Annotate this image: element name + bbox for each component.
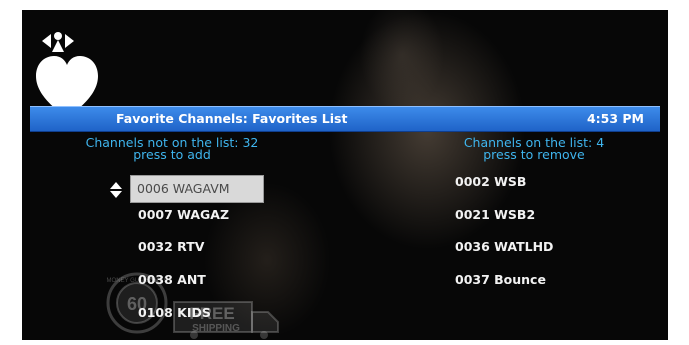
available-channel-item[interactable]: 0038 ANT xyxy=(138,271,206,289)
available-channel-item[interactable]: 0032 RTV xyxy=(138,238,204,256)
navigation-arrows-icon xyxy=(42,32,74,52)
up-down-arrows-icon xyxy=(110,182,122,198)
available-channel-item[interactable]: 0006 WAGAVM xyxy=(130,175,264,203)
available-channel-item[interactable]: 0108 KIDS xyxy=(138,304,211,322)
tv-screen: Favorite Channels: Favorites List 4:53 P… xyxy=(22,10,668,340)
favorite-channel-item[interactable]: 0021 WSB2 xyxy=(455,206,535,224)
add-instruction-label: press to add xyxy=(133,147,211,162)
available-channels-header: Channels not on the list: 32 press to ad… xyxy=(52,136,292,162)
favorite-channel-item[interactable]: 0037 Bounce xyxy=(455,271,546,289)
remove-instruction-label: press to remove xyxy=(483,147,585,162)
truck-line2: SHIPPING xyxy=(192,323,240,334)
favorite-channels-header: Channels on the list: 4 press to remove xyxy=(414,136,654,162)
favorite-channel-item[interactable]: 0002 WSB xyxy=(455,173,526,191)
clock-time: 4:53 PM xyxy=(586,111,644,126)
available-channel-item[interactable]: 0007 WAGAZ xyxy=(138,206,229,224)
favorite-channel-item[interactable]: 0036 WATLHD xyxy=(455,238,553,256)
page-title: Favorite Channels: Favorites List xyxy=(116,111,348,126)
title-bar: Favorite Channels: Favorites List 4:53 P… xyxy=(30,106,660,132)
